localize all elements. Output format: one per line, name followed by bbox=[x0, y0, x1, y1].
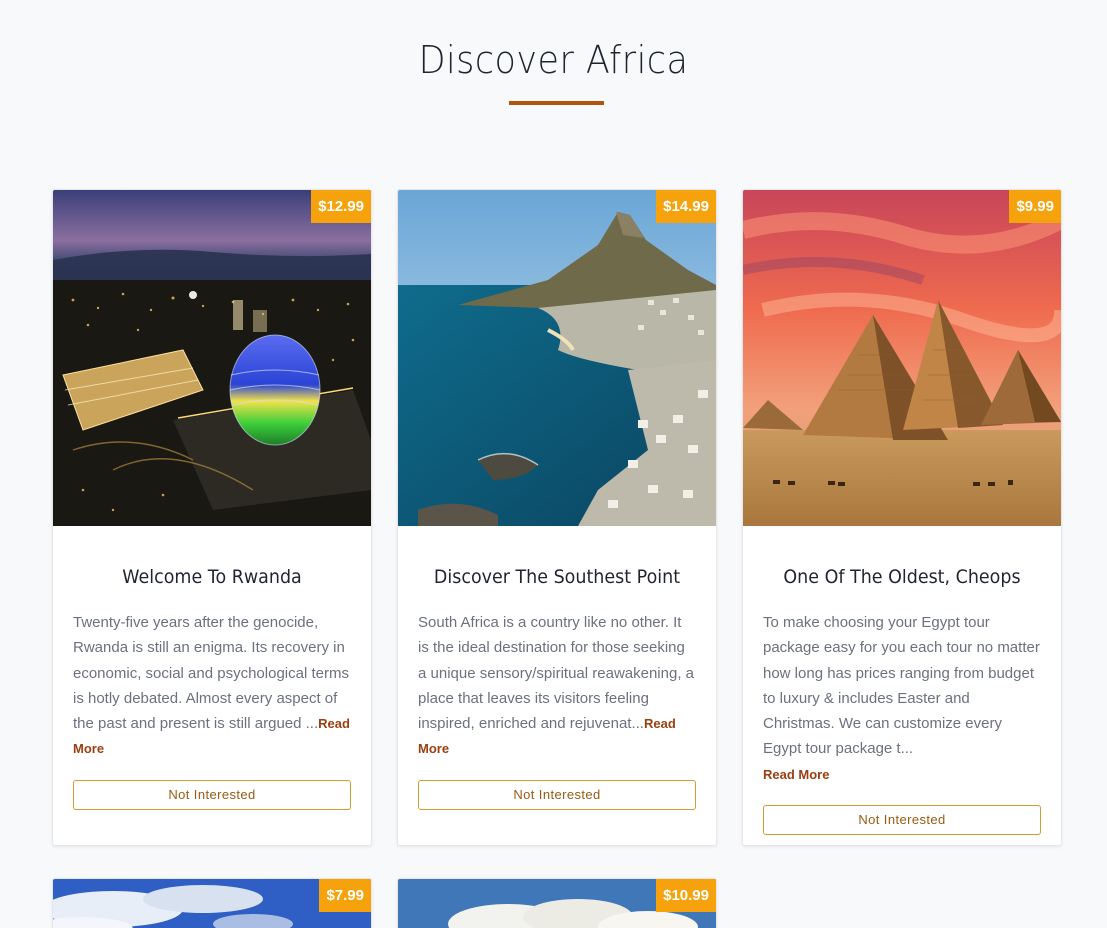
card-image: $14.99 bbox=[398, 190, 716, 526]
description-text: Twenty-five years after the genocide, Rw… bbox=[73, 614, 349, 733]
price-badge: $10.99 bbox=[656, 879, 716, 912]
card-image: $7.99 bbox=[53, 879, 371, 928]
giza-pyramids-image bbox=[743, 190, 1061, 526]
cape-town-coast-image bbox=[398, 190, 716, 526]
card-title: Welcome To Rwanda bbox=[122, 566, 302, 588]
title-underline bbox=[509, 101, 604, 105]
price-badge: $14.99 bbox=[656, 190, 716, 223]
description-text: To make choosing your Egypt tour package… bbox=[763, 614, 1040, 758]
tour-card-south-africa: $14.99 Discover The Southest Point South… bbox=[397, 189, 717, 846]
rwanda-night-city-image bbox=[53, 190, 371, 526]
page: Discover Africa $12.99 Welcome To Rwanda… bbox=[0, 0, 1107, 928]
price-badge: $9.99 bbox=[1009, 190, 1061, 223]
card-description: To make choosing your Egypt tour package… bbox=[763, 610, 1041, 787]
tour-card-4: $7.99 bbox=[52, 878, 372, 928]
description-text: South Africa is a country like no other.… bbox=[418, 614, 694, 733]
card-title: Discover The Southest Point bbox=[433, 566, 681, 588]
not-interested-button[interactable]: Not Interested bbox=[418, 779, 696, 810]
card-image: $9.99 bbox=[743, 190, 1061, 526]
tour-card-egypt: $9.99 One Of The Oldest, Cheops To make … bbox=[742, 189, 1062, 846]
price-badge: $7.99 bbox=[319, 879, 371, 912]
price-badge: $12.99 bbox=[311, 190, 371, 223]
read-more-link[interactable]: Read More bbox=[763, 767, 829, 782]
card-image: $12.99 bbox=[53, 190, 371, 526]
card-description: South Africa is a country like no other.… bbox=[418, 610, 696, 762]
tour-card-5: $10.99 bbox=[397, 878, 717, 928]
page-title: Discover Africa bbox=[418, 38, 689, 82]
tour-card-rwanda: $12.99 Welcome To Rwanda Twenty-five yea… bbox=[52, 189, 372, 846]
card-description: Twenty-five years after the genocide, Rw… bbox=[73, 610, 351, 762]
not-interested-button[interactable]: Not Interested bbox=[73, 779, 351, 810]
not-interested-button[interactable]: Not Interested bbox=[763, 805, 1041, 836]
card-title: One Of The Oldest, Cheops bbox=[783, 566, 1021, 588]
card-image: $10.99 bbox=[398, 879, 716, 928]
